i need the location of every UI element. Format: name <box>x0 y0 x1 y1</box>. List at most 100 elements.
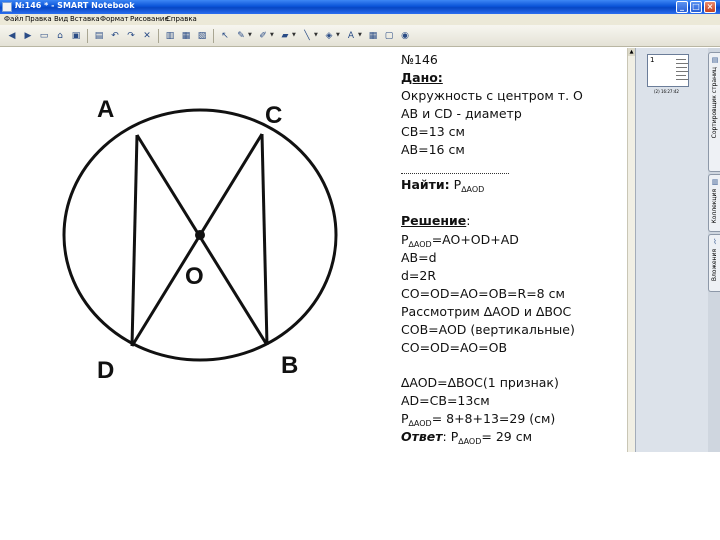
page-thumbnail[interactable]: 1 <box>647 54 689 87</box>
fill-icon[interactable]: ◈ <box>322 29 336 43</box>
previous-page-icon[interactable]: ◀ <box>5 29 19 43</box>
thumbnail-text-line <box>676 63 688 64</box>
find-label: Найти: <box>401 177 450 192</box>
pen-dropdown-icon[interactable]: ▼ <box>248 32 252 38</box>
redo-icon[interactable]: ↷ <box>124 29 138 43</box>
answer-value: = 29 см <box>481 429 533 444</box>
select-icon[interactable]: ↖ <box>218 29 232 43</box>
chord-cb <box>260 133 269 346</box>
given-line: CB=13 см <box>401 124 465 139</box>
fill-dropdown-icon[interactable]: ▼ <box>336 32 340 38</box>
creative-pen-icon[interactable]: ✐ <box>256 29 270 43</box>
tab-label: Сортировщик страниц <box>711 67 718 139</box>
thumbnail-caption: (2) 16:27:42 <box>654 89 679 94</box>
menu-draw[interactable]: Рисование <box>130 15 169 23</box>
answer-subscript: ∆AOD <box>458 437 482 446</box>
page-sorter-icon: ▤ <box>711 56 719 64</box>
menu-format[interactable]: Формат <box>100 15 128 23</box>
toolbar: ◀ ▶ ▭ ⌂ ▣ ▤ ↶ ↷ ✕ ▥ ▦ ▧ ↖ ✎ ▼ ✐ ▼ ▰ ▼ ╲ … <box>0 25 720 47</box>
answer-colon: : P <box>442 429 459 444</box>
undo-icon[interactable]: ↶ <box>108 29 122 43</box>
line-dropdown-icon[interactable]: ▼ <box>314 32 318 38</box>
result-formula: = 8+8+13=29 (см) <box>431 411 556 426</box>
menu-bar: Файл Правка Вид Вставка Формат Рисование… <box>0 14 720 25</box>
find-subscript: ∆AOD <box>461 185 485 194</box>
given-heading: Дано: <box>401 70 443 85</box>
tab-gallery[interactable]: ▥ Коллекция <box>708 174 720 232</box>
capture-icon[interactable]: ▧ <box>195 29 209 43</box>
thumbnail-text-line <box>676 71 688 72</box>
text-dropdown-icon[interactable]: ▼ <box>358 32 362 38</box>
full-screen-icon[interactable]: ▦ <box>179 29 193 43</box>
window-title: №146 * - SMART Notebook <box>15 1 135 10</box>
properties-icon[interactable]: ▢ <box>382 29 396 43</box>
line-icon[interactable]: ╲ <box>300 29 314 43</box>
label-d: D <box>97 357 114 384</box>
chord-ad <box>130 134 139 347</box>
screen-shade-icon[interactable]: ▥ <box>163 29 177 43</box>
thumbnail-text-line <box>676 67 687 68</box>
result-line: P∆AOD= 8+8+13=29 (см) <box>401 411 555 429</box>
thumbnail-number: 1 <box>650 56 655 64</box>
thumbnail-text-line <box>676 59 686 60</box>
perimeter-subscript: ∆AOD <box>408 240 432 249</box>
solution-step: CO=OD=AO=OB <box>401 340 508 355</box>
maximize-button[interactable]: □ <box>690 1 702 13</box>
gallery-icon: ▥ <box>711 178 719 186</box>
blank-page-icon[interactable]: ▭ <box>37 29 51 43</box>
perimeter-formula: =AO+OD+AD <box>431 232 519 247</box>
solution-step: COB=AOD (вертикальные) <box>401 322 575 337</box>
vertical-scrollbar[interactable]: ▲ <box>627 48 635 452</box>
title-bar[interactable]: №146 * - SMART Notebook _ □ × <box>0 0 720 14</box>
paste-icon[interactable]: ▤ <box>92 29 106 43</box>
menu-view[interactable]: Вид <box>54 15 68 23</box>
tab-label: Вложения <box>711 249 718 282</box>
menu-edit[interactable]: Правка <box>25 15 52 23</box>
delete-icon[interactable]: ✕ <box>140 29 154 43</box>
circle-diagram: A C O D B <box>62 96 338 384</box>
solution-step: d=2R <box>401 268 437 283</box>
dual-page-icon[interactable]: ◉ <box>398 29 412 43</box>
solution-heading-line: Решение: <box>401 213 470 229</box>
congruence-line: ∆AOD=∆BOC(1 признак) <box>401 375 559 390</box>
result-p: P <box>401 411 409 426</box>
answer-label: Ответ <box>401 429 443 444</box>
table-icon[interactable]: ▦ <box>366 29 380 43</box>
toolbar-separator <box>213 29 214 43</box>
toolbar-separator <box>87 29 88 43</box>
tab-attachments[interactable]: ⌇ Вложения <box>708 234 720 292</box>
paperclip-icon: ⌇ <box>713 238 717 246</box>
text-icon[interactable]: A <box>344 29 358 43</box>
smart-notebook-window: №146 * - SMART Notebook _ □ × Файл Правк… <box>0 0 720 452</box>
given-line: AB=16 см <box>401 142 465 157</box>
page-sorter-panel: 1 (2) 16:27:42 <box>635 48 708 452</box>
open-icon[interactable]: ⌂ <box>53 29 67 43</box>
perimeter-p: P <box>401 232 409 247</box>
eraser-dropdown-icon[interactable]: ▼ <box>292 32 296 38</box>
solution-step: Рассмотрим ∆AOD и ∆BOC <box>401 304 572 319</box>
label-o: O <box>185 263 204 290</box>
solution-colon: : <box>466 213 471 228</box>
next-page-icon[interactable]: ▶ <box>21 29 35 43</box>
tab-label: Коллекция <box>711 189 718 224</box>
pen-icon[interactable]: ✎ <box>234 29 248 43</box>
answer-line: Ответ: P∆AOD= 29 см <box>401 429 532 447</box>
menu-insert[interactable]: Вставка <box>70 15 100 23</box>
label-c: C <box>265 102 282 129</box>
save-icon[interactable]: ▣ <box>69 29 83 43</box>
tab-page-sorter[interactable]: ▤ Сортировщик страниц <box>708 52 720 172</box>
eraser-icon[interactable]: ▰ <box>278 29 292 43</box>
close-button[interactable]: × <box>704 1 716 13</box>
thumbnail-text-line <box>676 79 688 80</box>
given-line: Окружность с центром т. О <box>401 88 583 103</box>
scroll-up-icon[interactable]: ▲ <box>628 48 635 56</box>
notebook-page[interactable]: A C O D B <box>0 48 627 452</box>
menu-file[interactable]: Файл <box>4 15 23 23</box>
given-line: АВ и CD - диаметр <box>401 106 522 121</box>
minimize-button[interactable]: _ <box>676 1 688 13</box>
result-subscript: ∆AOD <box>408 419 432 428</box>
solution-heading: Решение <box>401 213 467 228</box>
menu-help[interactable]: Справка <box>166 15 197 23</box>
diameter-ab <box>135 134 269 346</box>
creative-pen-dropdown-icon[interactable]: ▼ <box>270 32 274 38</box>
